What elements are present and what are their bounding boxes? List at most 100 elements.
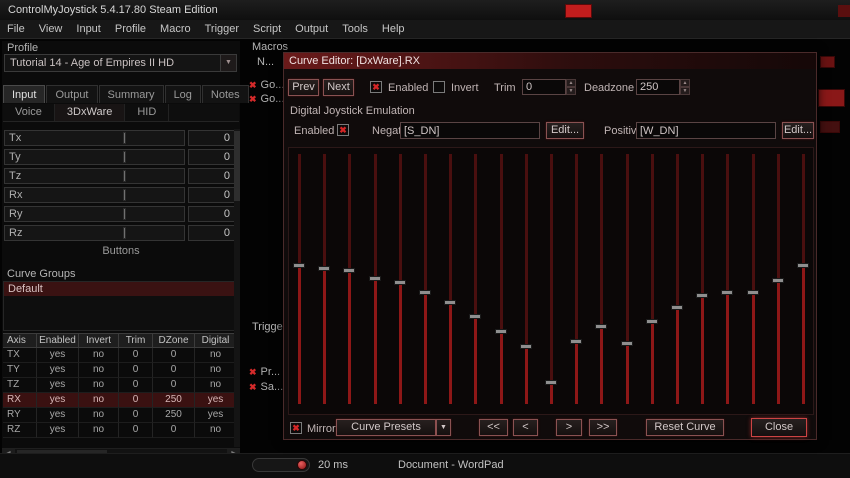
axis-slider-ty[interactable]: Ty — [4, 149, 185, 165]
curve-slider-handle[interactable] — [545, 380, 557, 385]
edit-positive-button[interactable]: Edit... — [782, 122, 814, 139]
menu-trigger[interactable]: Trigger — [198, 20, 246, 39]
spin-down-icon[interactable]: ▼ — [680, 87, 690, 95]
column-header-enabled[interactable]: Enabled — [37, 333, 79, 348]
curve-slider-handle[interactable] — [570, 339, 582, 344]
deadzone-spinner[interactable]: ▲ ▼ — [680, 79, 690, 95]
table-row-tx[interactable]: TXyesno00no — [3, 348, 239, 363]
table-row-tz[interactable]: TZyesno00no — [3, 378, 239, 393]
curve-slider-11[interactable] — [543, 152, 560, 410]
curve-slider-7[interactable] — [442, 152, 459, 410]
tab-log[interactable]: Log — [165, 85, 201, 103]
curve-slider-19[interactable] — [745, 152, 762, 410]
mirror-checkbox[interactable]: ✖ — [290, 422, 302, 434]
curve-slider-handle[interactable] — [394, 280, 406, 285]
tab-input[interactable]: Input — [3, 85, 45, 103]
scrollbar-thumb[interactable] — [234, 131, 240, 201]
curve-slider-track[interactable] — [525, 154, 528, 404]
curve-slider-handle[interactable] — [369, 276, 381, 281]
curve-slider-track[interactable] — [500, 154, 503, 404]
step-first-button[interactable]: << — [479, 419, 508, 436]
axis-thumb-icon[interactable] — [123, 189, 126, 201]
curve-slider-9[interactable] — [493, 152, 510, 410]
column-header-trim[interactable]: Trim — [119, 333, 153, 348]
axis-slider-rz[interactable]: Rz — [4, 225, 185, 241]
curve-slider-track[interactable] — [474, 154, 477, 404]
profile-dropdown[interactable]: Tutorial 14 - Age of Empires II HD ▼ — [4, 54, 237, 72]
curve-slider-track[interactable] — [424, 154, 427, 404]
curve-slider-handle[interactable] — [419, 290, 431, 295]
curve-slider-handle[interactable] — [520, 344, 532, 349]
axis-value[interactable]: 0 — [188, 225, 235, 241]
menu-help[interactable]: Help — [375, 20, 412, 39]
curve-slider-track[interactable] — [701, 154, 704, 404]
curve-slider-track[interactable] — [626, 154, 629, 404]
axis-slider-ry[interactable]: Ry — [4, 206, 185, 222]
column-header-digital[interactable]: Digital — [195, 333, 237, 348]
column-header-invert[interactable]: Invert — [79, 333, 119, 348]
axis-value[interactable]: 0 — [188, 187, 235, 203]
curve-slider-track[interactable] — [726, 154, 729, 404]
curve-presets-arrow-icon[interactable]: ▼ — [436, 419, 451, 436]
trim-spinner[interactable]: ▲ ▼ — [566, 79, 576, 95]
macro-list-item[interactable]: ✖Go... — [249, 79, 284, 91]
menu-input[interactable]: Input — [69, 20, 107, 39]
curve-slider-handle[interactable] — [495, 329, 507, 334]
curve-slider-18[interactable] — [719, 152, 736, 410]
curve-slider-track[interactable] — [323, 154, 326, 404]
curve-slider-handle[interactable] — [343, 268, 355, 273]
curve-slider-20[interactable] — [770, 152, 787, 410]
curve-slider-handle[interactable] — [444, 300, 456, 305]
curve-slider-track[interactable] — [802, 154, 805, 404]
curve-slider-handle[interactable] — [696, 293, 708, 298]
curve-slider-handle[interactable] — [469, 314, 481, 319]
dialog-titlebar[interactable]: Curve Editor: [DxWare].RX — [284, 53, 816, 69]
axis-thumb-icon[interactable] — [123, 132, 126, 144]
trim-input[interactable] — [522, 79, 566, 95]
column-header-dzone[interactable]: DZone — [153, 333, 195, 348]
macro-list-item[interactable]: ✖Go... — [249, 93, 284, 105]
curve-slider-handle[interactable] — [595, 324, 607, 329]
step-last-button[interactable]: >> — [589, 419, 617, 436]
tab-summary[interactable]: Summary — [99, 85, 164, 103]
curve-slider-handle[interactable] — [772, 278, 784, 283]
curve-slider-6[interactable] — [417, 152, 434, 410]
curve-slider-track[interactable] — [399, 154, 402, 404]
curve-slider-handle[interactable] — [293, 263, 305, 268]
curve-slider-track[interactable] — [575, 154, 578, 404]
spin-down-icon[interactable]: ▼ — [566, 87, 576, 95]
curve-slider-15[interactable] — [644, 152, 661, 410]
invert-checkbox[interactable] — [433, 81, 445, 93]
tab-output[interactable]: Output — [46, 85, 97, 103]
slider-knob-icon[interactable] — [297, 460, 307, 470]
curve-slider-track[interactable] — [651, 154, 654, 404]
curve-slider-track[interactable] — [348, 154, 351, 404]
curve-slider-10[interactable] — [518, 152, 535, 410]
wordpad-taskbar-item[interactable]: Document - WordPad — [398, 459, 504, 471]
curve-slider-track[interactable] — [449, 154, 452, 404]
menu-script[interactable]: Script — [246, 20, 288, 39]
table-row-rx[interactable]: RXyesno0250yes — [3, 393, 239, 408]
curve-slider-14[interactable] — [619, 152, 636, 410]
menu-file[interactable]: File — [0, 20, 32, 39]
axis-value[interactable]: 0 — [188, 149, 235, 165]
curve-slider-handle[interactable] — [671, 305, 683, 310]
curve-slider-track[interactable] — [752, 154, 755, 404]
dje-enabled-checkbox[interactable]: ✖ — [337, 124, 349, 136]
reset-curve-button[interactable]: Reset Curve — [646, 419, 724, 436]
subtab-voice[interactable]: Voice — [3, 104, 55, 121]
curve-slider-13[interactable] — [593, 152, 610, 410]
spin-up-icon[interactable]: ▲ — [566, 79, 576, 87]
vertical-scrollbar[interactable] — [234, 129, 240, 447]
curve-slider-handle[interactable] — [721, 290, 733, 295]
curve-slider-3[interactable] — [341, 152, 358, 410]
delay-slider[interactable] — [252, 458, 310, 472]
edit-negative-button[interactable]: Edit... — [546, 122, 584, 139]
table-row-ry[interactable]: RYyesno0250yes — [3, 408, 239, 423]
curve-slider-handle[interactable] — [797, 263, 809, 268]
subtab-hid[interactable]: HID — [125, 104, 169, 121]
curve-slider-handle[interactable] — [621, 341, 633, 346]
curve-slider-21[interactable] — [795, 152, 812, 410]
curve-slider-8[interactable] — [467, 152, 484, 410]
axis-thumb-icon[interactable] — [123, 208, 126, 220]
